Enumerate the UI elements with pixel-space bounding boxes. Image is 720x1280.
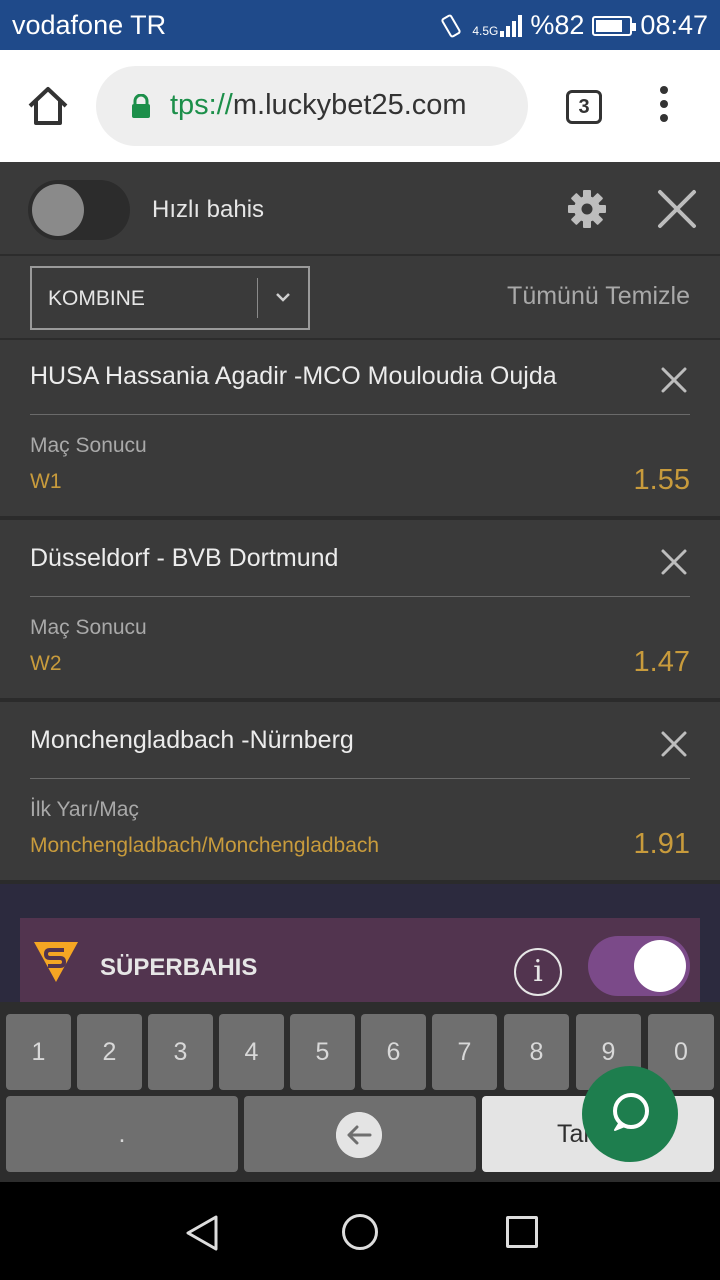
status-right: 4.5G %82 08:47 — [438, 10, 708, 41]
recent-apps-icon[interactable] — [506, 1216, 538, 1248]
betslip-filter-row: KOMBINE Tümünü Temizle — [0, 258, 720, 340]
quick-bet-toggle[interactable] — [28, 180, 130, 240]
bet-card: Düsseldorf - BVB Dortmund Maç Sonucu W2 … — [0, 524, 720, 702]
remove-bet-icon[interactable] — [660, 548, 688, 576]
info-icon[interactable]: i — [514, 948, 562, 996]
superbahis-logo-icon — [34, 942, 78, 982]
clock: 08:47 — [640, 10, 708, 40]
back-icon[interactable] — [182, 1213, 222, 1253]
key-4[interactable]: 4 — [219, 1014, 284, 1090]
clear-all-button[interactable]: Tümünü Temizle — [507, 282, 690, 311]
system-nav-bar — [0, 1182, 720, 1280]
key-5[interactable]: 5 — [290, 1014, 355, 1090]
bet-card: Monchengladbach -Nürnberg İlk Yarı/Maç M… — [0, 706, 720, 884]
key-decimal[interactable]: . — [6, 1096, 238, 1172]
superbahis-section: SÜPERBAHIS i — [0, 884, 720, 1002]
superbahis-label: SÜPERBAHIS — [100, 954, 258, 981]
key-2[interactable]: 2 — [77, 1014, 142, 1090]
bet-type-value: KOMBINE — [48, 287, 145, 310]
bet-match: HUSA Hassania Agadir -MCO Mouloudia Oujd… — [30, 362, 557, 390]
bet-match: Düsseldorf - BVB Dortmund — [30, 544, 339, 572]
lock-icon — [132, 94, 150, 118]
signal-icon — [500, 14, 523, 37]
home-icon[interactable] — [26, 84, 70, 128]
bet-type-select[interactable]: KOMBINE — [30, 266, 310, 330]
overflow-menu-icon[interactable] — [656, 86, 672, 130]
url-scheme: tps:// — [170, 89, 233, 121]
superbahis-toggle[interactable] — [588, 936, 690, 996]
key-6[interactable]: 6 — [361, 1014, 426, 1090]
network-indicator: 4.5G — [472, 14, 523, 38]
address-bar[interactable]: tps://m.luckybet25.com — [96, 66, 528, 146]
bet-selection: W2 — [30, 652, 62, 675]
bet-card: HUSA Hassania Agadir -MCO Mouloudia Oujd… — [0, 342, 720, 520]
backspace-icon — [336, 1112, 382, 1158]
chat-button[interactable] — [582, 1066, 678, 1162]
home-nav-icon[interactable] — [342, 1214, 378, 1250]
url-host: m.luckybet25.com — [232, 89, 467, 121]
network-type: 4.5G — [472, 23, 499, 38]
key-7[interactable]: 7 — [432, 1014, 497, 1090]
backspace-key[interactable] — [244, 1096, 476, 1172]
battery-icon — [592, 15, 637, 36]
key-3[interactable]: 3 — [148, 1014, 213, 1090]
chat-bubble-icon — [613, 1093, 649, 1131]
close-icon[interactable] — [656, 188, 698, 230]
gear-icon[interactable] — [566, 188, 608, 230]
carrier-name: vodafone TR — [12, 10, 167, 40]
bet-market: Maç Sonucu — [30, 616, 147, 639]
superbahis-bar: SÜPERBAHIS i — [20, 918, 700, 1002]
battery-percent: %82 — [530, 10, 585, 40]
vibrate-icon — [441, 14, 461, 37]
bet-selection: Monchengladbach/Monchengladbach — [30, 834, 380, 857]
quick-bet-label: Hızlı bahis — [152, 196, 265, 223]
bet-odd: 1.47 — [633, 646, 690, 678]
key-8[interactable]: 8 — [504, 1014, 569, 1090]
bet-odd: 1.91 — [633, 828, 690, 860]
betslip-header: Hızlı bahis — [0, 162, 720, 256]
url-text: tps://m.luckybet25.com — [170, 89, 467, 122]
bet-match: Monchengladbach -Nürnberg — [30, 726, 354, 754]
tab-switcher-button[interactable]: 3 — [566, 90, 602, 124]
bet-selection: W1 — [30, 470, 62, 493]
browser-toolbar: tps://m.luckybet25.com 3 — [0, 50, 720, 162]
chevron-down-icon — [276, 293, 290, 302]
bet-odd: 1.55 — [633, 464, 690, 496]
status-bar: vodafone TR 4.5G %82 08:47 — [0, 0, 720, 50]
key-1[interactable]: 1 — [6, 1014, 71, 1090]
remove-bet-icon[interactable] — [660, 366, 688, 394]
bet-market: Maç Sonucu — [30, 434, 147, 457]
bet-market: İlk Yarı/Maç — [30, 798, 139, 821]
remove-bet-icon[interactable] — [660, 730, 688, 758]
